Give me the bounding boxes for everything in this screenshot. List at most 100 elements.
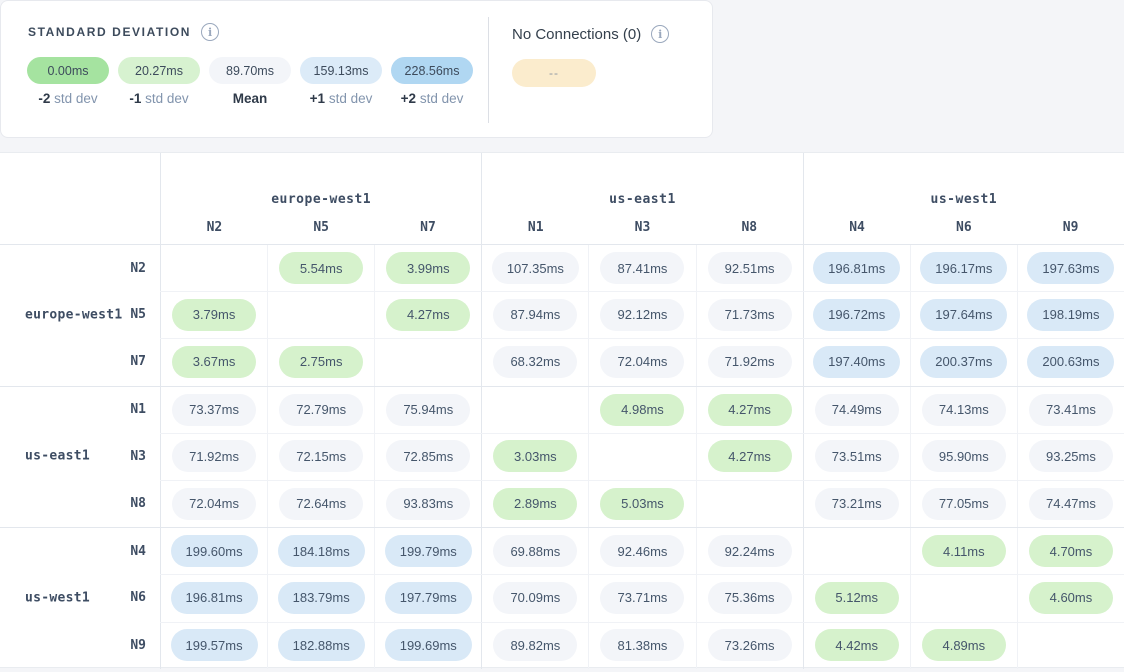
latency-cell: 197.40ms: [803, 338, 910, 385]
latency-pill[interactable]: 199.69ms: [385, 629, 472, 661]
latency-pill[interactable]: 200.63ms: [1027, 346, 1114, 378]
latency-pill[interactable]: 4.89ms: [922, 629, 1006, 661]
row-label-cell: us-east1N3: [0, 433, 160, 480]
latency-cell: [588, 433, 695, 480]
latency-pill[interactable]: 93.83ms: [386, 488, 470, 520]
latency-pill[interactable]: 200.37ms: [920, 346, 1007, 378]
latency-pill[interactable]: 3.79ms: [172, 299, 256, 331]
latency-pill[interactable]: 72.04ms: [600, 346, 684, 378]
latency-pill[interactable]: 196.81ms: [171, 582, 258, 614]
latency-pill[interactable]: 71.92ms: [172, 440, 256, 472]
latency-pill[interactable]: 182.88ms: [278, 629, 365, 661]
latency-pill[interactable]: 107.35ms: [492, 252, 579, 284]
latency-pill[interactable]: 199.79ms: [385, 535, 472, 567]
legend-stop-pill-1: 20.27ms: [118, 57, 200, 84]
latency-pill[interactable]: 5.12ms: [815, 582, 899, 614]
latency-pill[interactable]: 73.37ms: [172, 394, 256, 426]
latency-pill[interactable]: 4.42ms: [815, 629, 899, 661]
latency-pill[interactable]: 74.47ms: [1029, 488, 1113, 520]
latency-cell: 199.69ms: [374, 622, 481, 669]
latency-pill[interactable]: 87.94ms: [493, 299, 577, 331]
latency-pill[interactable]: 77.05ms: [922, 488, 1006, 520]
latency-pill[interactable]: 72.64ms: [279, 488, 363, 520]
latency-cell: 73.41ms: [1017, 387, 1124, 433]
latency-pill[interactable]: 73.71ms: [600, 582, 684, 614]
latency-pill[interactable]: 199.57ms: [171, 629, 258, 661]
latency-pill[interactable]: 72.15ms: [279, 440, 363, 472]
latency-pill[interactable]: 75.36ms: [708, 582, 792, 614]
latency-pill[interactable]: 197.79ms: [385, 582, 472, 614]
latency-cell: 92.46ms: [588, 528, 695, 574]
table-row-N9: N9199.57ms182.88ms199.69ms89.82ms81.38ms…: [0, 622, 1124, 669]
latency-cell: [696, 480, 803, 527]
latency-pill[interactable]: 87.41ms: [600, 252, 684, 284]
latency-cell: 73.51ms: [803, 433, 910, 480]
latency-pill[interactable]: 70.09ms: [493, 582, 577, 614]
latency-pill[interactable]: 89.82ms: [493, 629, 577, 661]
latency-pill[interactable]: 92.12ms: [600, 299, 684, 331]
latency-cell: [374, 338, 481, 385]
latency-pill[interactable]: 72.79ms: [279, 394, 363, 426]
latency-pill[interactable]: 5.54ms: [279, 252, 363, 284]
latency-pill[interactable]: 198.19ms: [1027, 299, 1114, 331]
column-group-europe-west1: europe-west1N2N5N7: [160, 153, 481, 244]
latency-cell: 87.41ms: [588, 245, 695, 291]
latency-pill[interactable]: 3.67ms: [172, 346, 256, 378]
legend-stop-pill-4: 228.56ms: [391, 57, 473, 84]
latency-pill[interactable]: 92.46ms: [600, 535, 684, 567]
latency-cell: 75.94ms: [374, 387, 481, 433]
latency-pill[interactable]: 2.75ms: [279, 346, 363, 378]
row-region-label-us-west1: us-west1: [25, 590, 90, 605]
latency-pill[interactable]: 4.27ms: [708, 394, 792, 426]
latency-pill[interactable]: 4.27ms: [386, 299, 470, 331]
latency-pill[interactable]: 4.60ms: [1029, 582, 1113, 614]
latency-pill[interactable]: 5.03ms: [600, 488, 684, 520]
latency-pill[interactable]: 197.40ms: [813, 346, 900, 378]
latency-pill[interactable]: 92.51ms: [708, 252, 792, 284]
latency-pill[interactable]: 74.13ms: [922, 394, 1006, 426]
latency-pill[interactable]: 197.63ms: [1027, 252, 1114, 284]
latency-pill[interactable]: 196.72ms: [813, 299, 900, 331]
latency-pill[interactable]: 71.73ms: [708, 299, 792, 331]
latency-pill[interactable]: 196.17ms: [920, 252, 1007, 284]
latency-pill[interactable]: 4.11ms: [922, 535, 1006, 567]
column-node-label-N7: N7: [375, 220, 482, 235]
legend-stop-label-4: +2 std dev: [391, 91, 473, 106]
latency-pill[interactable]: 196.81ms: [813, 252, 900, 284]
latency-pill[interactable]: 72.04ms: [172, 488, 256, 520]
latency-pill[interactable]: 184.18ms: [278, 535, 365, 567]
latency-pill[interactable]: 74.49ms: [815, 394, 899, 426]
latency-pill[interactable]: 73.41ms: [1029, 394, 1113, 426]
latency-pill[interactable]: 73.51ms: [815, 440, 899, 472]
latency-pill[interactable]: 197.64ms: [920, 299, 1007, 331]
row-region-label-europe-west1: europe-west1: [25, 307, 123, 322]
latency-pill[interactable]: 3.03ms: [493, 440, 577, 472]
latency-pill[interactable]: 81.38ms: [600, 629, 684, 661]
latency-pill[interactable]: 4.27ms: [708, 440, 792, 472]
latency-pill[interactable]: 92.24ms: [708, 535, 792, 567]
latency-matrix-table: europe-west1N2N5N7us-east1N1N3N8us-west1…: [0, 152, 1124, 668]
info-icon[interactable]: i: [201, 23, 219, 41]
latency-pill[interactable]: 2.89ms: [493, 488, 577, 520]
latency-pill[interactable]: 183.79ms: [278, 582, 365, 614]
legend-pills: 0.00ms20.27ms89.70ms159.13ms228.56ms: [27, 57, 473, 84]
latency-cell: 199.60ms: [160, 528, 267, 574]
latency-pill[interactable]: 69.88ms: [493, 535, 577, 567]
column-region-label: us-east1: [482, 192, 802, 207]
latency-cell: 4.27ms: [374, 291, 481, 338]
latency-pill[interactable]: 3.99ms: [386, 252, 470, 284]
latency-pill[interactable]: 95.90ms: [922, 440, 1006, 472]
latency-cell: 2.75ms: [267, 338, 374, 385]
latency-pill[interactable]: 68.32ms: [493, 346, 577, 378]
latency-pill[interactable]: 72.85ms: [386, 440, 470, 472]
table-row-N6: us-west1N6196.81ms183.79ms197.79ms70.09m…: [0, 574, 1124, 621]
latency-pill[interactable]: 71.92ms: [708, 346, 792, 378]
latency-pill[interactable]: 93.25ms: [1029, 440, 1113, 472]
latency-pill[interactable]: 75.94ms: [386, 394, 470, 426]
latency-pill[interactable]: 199.60ms: [171, 535, 258, 567]
latency-pill[interactable]: 73.21ms: [815, 488, 899, 520]
latency-pill[interactable]: 73.26ms: [708, 629, 792, 661]
latency-pill[interactable]: 4.70ms: [1029, 535, 1113, 567]
info-icon[interactable]: i: [651, 25, 669, 43]
latency-pill[interactable]: 4.98ms: [600, 394, 684, 426]
